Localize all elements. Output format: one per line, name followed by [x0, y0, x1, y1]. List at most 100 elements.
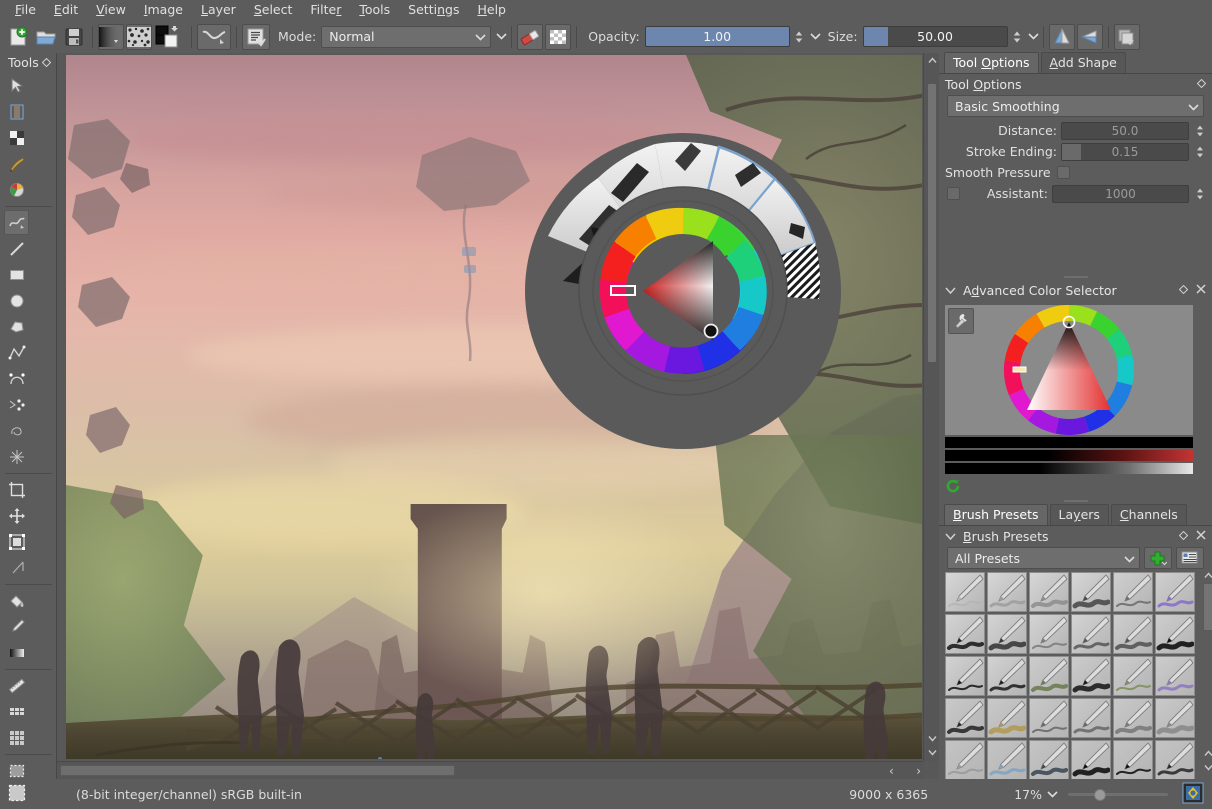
size-menu-chevron-icon[interactable]	[1027, 30, 1039, 43]
preset-history-chevron-icon[interactable]	[496, 30, 507, 43]
crop-tool[interactable]	[4, 477, 29, 502]
float-dock-icon[interactable]	[1178, 284, 1189, 297]
brush-preset-thumbnail[interactable]	[1113, 656, 1153, 696]
edit-shapes-tool[interactable]	[4, 125, 29, 150]
brush-preset-thumbnail[interactable]	[1029, 740, 1069, 780]
bezier-curve-tool[interactable]	[4, 366, 29, 391]
eraser-icon[interactable]	[517, 23, 544, 50]
brush-preset-thumbnail[interactable]	[1113, 572, 1153, 612]
brush-preset-thumbnail[interactable]	[987, 698, 1027, 738]
float-dock-icon[interactable]	[1196, 78, 1207, 91]
gradient-preset-icon[interactable]	[98, 23, 124, 50]
menu-layer[interactable]: Layer	[192, 0, 245, 20]
tab-tool-options[interactable]: Tool Options	[944, 52, 1039, 73]
brush-preset-thumbnail[interactable]	[1029, 698, 1069, 738]
menu-help[interactable]: Help	[468, 0, 515, 20]
menu-select[interactable]: Select	[245, 0, 302, 20]
fill-bucket-tool[interactable]	[4, 588, 29, 613]
chevron-right-icon[interactable]: ›	[916, 764, 921, 778]
brush-preset-thumbnail[interactable]	[1029, 656, 1069, 696]
brush-preset-icon[interactable]	[197, 23, 231, 50]
open-document-icon[interactable]	[33, 24, 59, 50]
blending-mode-select[interactable]: Normal	[321, 25, 492, 48]
scroll-down-icon-a[interactable]	[924, 731, 940, 745]
brush-preset-thumbnail[interactable]	[1113, 698, 1153, 738]
canvas-area[interactable]: ‹ ›	[57, 53, 939, 779]
move-tool[interactable]	[4, 503, 29, 528]
scroll-up-icon[interactable]	[924, 53, 940, 67]
chevron-down-icon[interactable]	[1047, 787, 1058, 801]
brush-preset-thumbnail[interactable]	[1155, 572, 1195, 612]
smoothing-type-select[interactable]: Basic Smoothing	[947, 95, 1204, 117]
selection-mask-icon[interactable]	[8, 784, 26, 805]
close-icon[interactable]	[1196, 284, 1206, 297]
freehand-brush-tool[interactable]	[4, 210, 29, 235]
brush-preset-thumbnail[interactable]	[1113, 614, 1153, 654]
vertical-scroll-thumb[interactable]	[927, 83, 937, 363]
grid-tool[interactable]	[4, 725, 29, 750]
float-dock-icon[interactable]	[1178, 530, 1189, 543]
size-slider[interactable]: 50.00	[862, 26, 1008, 47]
measure-tool[interactable]	[4, 555, 29, 580]
menu-tools[interactable]: Tools	[350, 0, 399, 20]
presets-scrollbar[interactable]	[1201, 569, 1212, 774]
dynamic-brush-tool[interactable]	[4, 392, 29, 417]
presets-scroll-thumb[interactable]	[1203, 583, 1212, 631]
stroke-ending-stepper[interactable]	[1194, 141, 1206, 163]
brush-preset-thumbnail[interactable]	[1155, 614, 1195, 654]
brush-preset-thumbnail[interactable]	[1071, 698, 1111, 738]
lightness-bar[interactable]	[945, 463, 1193, 474]
brush-preset-thumbnail[interactable]	[945, 698, 985, 738]
menu-edit[interactable]: Edit	[45, 0, 87, 20]
scroll-down-icon-b[interactable]	[924, 745, 940, 759]
opacity-control[interactable]: 1.00	[644, 26, 821, 48]
brush-preset-thumbnail[interactable]	[987, 656, 1027, 696]
close-icon[interactable]	[1196, 530, 1206, 543]
brush-preset-thumbnail[interactable]	[945, 572, 985, 612]
freehand-path-tool[interactable]	[4, 418, 29, 443]
mirror-vertical-icon[interactable]	[1076, 23, 1103, 50]
brush-preset-thumbnail[interactable]	[1155, 698, 1195, 738]
refresh-icon[interactable]	[945, 479, 961, 497]
float-dock-icon[interactable]	[41, 55, 52, 70]
collapse-icon[interactable]	[945, 283, 956, 298]
brush-preset-thumbnail[interactable]	[945, 614, 985, 654]
brush-presets-grid[interactable]	[945, 572, 1197, 780]
transform-tool[interactable]	[4, 529, 29, 554]
brush-editor-icon[interactable]	[242, 23, 270, 50]
zoom-slider[interactable]	[1068, 787, 1168, 801]
menu-image[interactable]: Image	[135, 0, 192, 20]
menu-filter[interactable]: Filter	[301, 0, 350, 20]
tab-channels[interactable]: Channels	[1110, 504, 1187, 525]
save-icon[interactable]	[61, 24, 87, 50]
collapse-icon[interactable]	[945, 529, 956, 544]
brush-preset-thumbnail[interactable]	[1071, 572, 1111, 612]
text-tool[interactable]	[4, 99, 29, 124]
list-view-icon[interactable]	[1176, 547, 1204, 569]
opacity-menu-chevron-icon[interactable]	[810, 30, 821, 43]
saturation-bar[interactable]	[945, 450, 1193, 461]
canvas-vertical-scrollbar[interactable]	[923, 53, 939, 761]
canvas-nav-buttons[interactable]: ‹ ›	[889, 763, 921, 779]
brush-preset-thumbnail[interactable]	[1071, 740, 1111, 780]
distance-field[interactable]: 50.0	[1061, 121, 1189, 140]
brush-preset-thumbnail[interactable]	[1155, 656, 1195, 696]
brush-preset-thumbnail[interactable]	[1029, 572, 1069, 612]
brush-preset-thumbnail[interactable]	[987, 740, 1027, 780]
new-document-icon[interactable]	[5, 24, 31, 50]
tab-brush-presets[interactable]: Brush Presets	[944, 504, 1048, 525]
brush-preset-thumbnail[interactable]	[987, 572, 1027, 612]
chevron-up-icon-2[interactable]	[1201, 747, 1212, 760]
chevron-left-icon[interactable]: ‹	[889, 764, 894, 778]
horizontal-scroll-thumb[interactable]	[60, 765, 455, 776]
line-tool[interactable]	[4, 236, 29, 261]
brush-preset-thumbnail[interactable]	[1155, 740, 1195, 780]
chevron-up-icon[interactable]	[1201, 569, 1212, 582]
menu-file[interactable]: File	[6, 0, 45, 20]
pattern-preset-icon[interactable]	[126, 23, 152, 50]
fg-bg-color-icon[interactable]	[154, 24, 186, 50]
chevron-down-icon[interactable]	[1201, 761, 1212, 774]
size-control[interactable]: 50.00	[862, 26, 1039, 48]
canvas-preview-icon[interactable]	[1182, 782, 1204, 807]
brush-preset-thumbnail[interactable]	[945, 740, 985, 780]
